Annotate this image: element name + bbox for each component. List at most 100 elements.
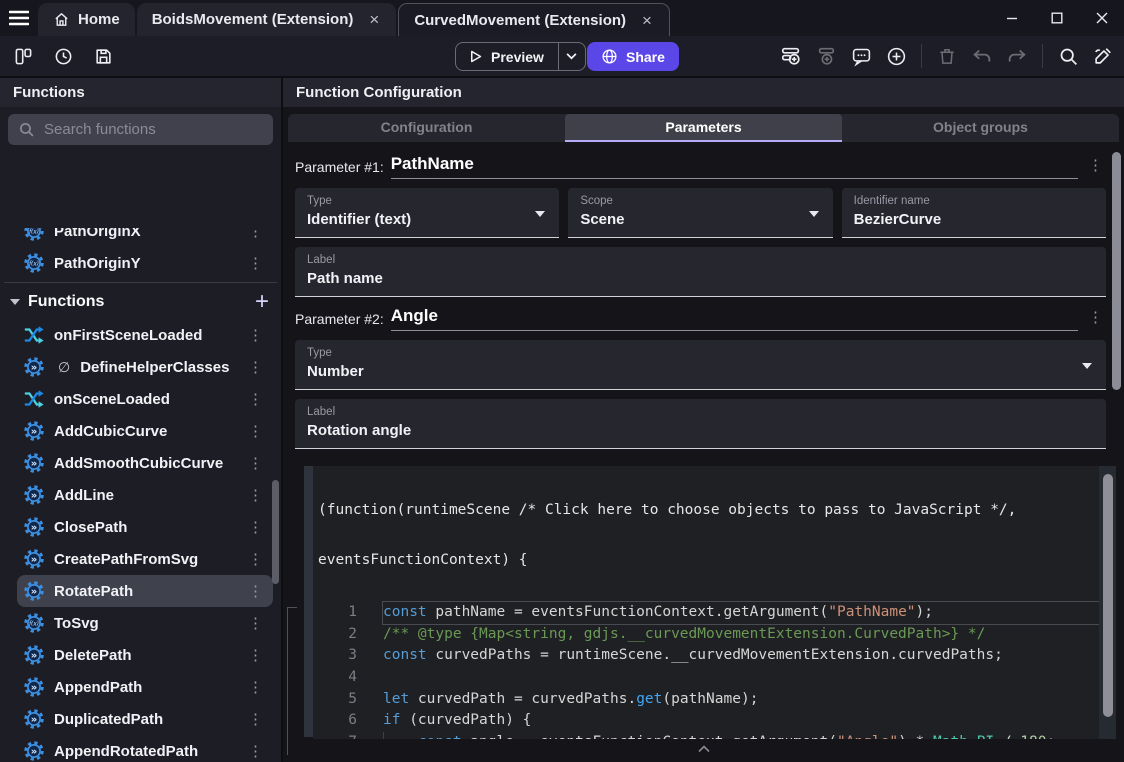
function-item-duplicatedpath[interactable]: »DuplicatedPath⋮ (17, 703, 273, 735)
sidebar-scrollbar[interactable] (272, 480, 279, 584)
history-button[interactable] (50, 43, 76, 69)
item-menu-icon[interactable]: ⋮ (244, 582, 267, 601)
js-code-editor[interactable]: (function(runtimeScene /* Click here to … (313, 466, 1116, 739)
maximize-button[interactable] (1034, 0, 1079, 36)
parameter-header: Parameter #1:PathName⋮ (295, 154, 1106, 179)
code-header-line: (function(runtimeScene /* Click here to … (318, 502, 1116, 519)
preview-options-button[interactable] (558, 43, 585, 70)
tab-label: Home (78, 11, 120, 28)
item-menu-icon[interactable]: ⋮ (244, 614, 267, 633)
item-menu-icon[interactable]: ⋮ (244, 518, 267, 537)
events-sheet: (function(runtimeScene /* Click here to … (283, 461, 1124, 761)
code-header[interactable]: (function(runtimeScene /* Click here to … (313, 466, 1116, 601)
function-item-deletepath[interactable]: »DeletePath⋮ (17, 639, 273, 671)
item-menu-icon[interactable]: ⋮ (244, 228, 267, 241)
code-line-4[interactable]: 4 (313, 667, 1116, 689)
parameter-menu-icon[interactable]: ⋮ (1084, 308, 1106, 331)
function-item-tosvg[interactable]: f(x)ToSvg⋮ (17, 607, 273, 639)
field-scope[interactable]: ScopeScene (568, 188, 832, 238)
preview-button[interactable]: Preview (455, 42, 586, 71)
save-button[interactable] (90, 43, 116, 69)
code-line-6[interactable]: 6if (curvedPath) { (313, 710, 1116, 732)
function-item-appendrotatedpath[interactable]: »AppendRotatedPath⋮ (17, 735, 273, 762)
field-label[interactable]: LabelPath name (295, 247, 1106, 297)
add-comment-button[interactable] (848, 43, 874, 69)
tab-boidsmovement-extension-[interactable]: BoidsMovement (Extension)× (137, 3, 397, 36)
tab-home[interactable]: Home (38, 3, 135, 36)
code-line-3[interactable]: 3const curvedPaths = runtimeScene.__curv… (313, 645, 1116, 667)
item-menu-icon[interactable]: ⋮ (244, 710, 267, 729)
function-item-createpathfromsvg[interactable]: »CreatePathFromSvg⋮ (17, 543, 273, 575)
item-menu-icon[interactable]: ⋮ (244, 390, 267, 409)
fx-icon: f(x) (23, 228, 45, 242)
undo-button[interactable] (969, 43, 995, 69)
code-line-5[interactable]: 5let curvedPath = curvedPaths.get(pathNa… (313, 689, 1116, 711)
edit-extension-button[interactable] (1090, 43, 1116, 69)
function-item-rotatepath[interactable]: »RotatePath⋮ (17, 575, 273, 607)
code-lines[interactable]: 1const pathName = eventsFunctionContext.… (313, 601, 1116, 739)
code-line-7[interactable]: 7 const angle = eventsFunctionContext.ge… (313, 732, 1116, 739)
tab-label: CurvedMovement (Extension) (414, 12, 626, 29)
function-item-addcubiccurve[interactable]: »AddCubicCurve⋮ (17, 415, 273, 447)
dropdown-caret-icon (1082, 363, 1092, 369)
function-item-definehelperclasses[interactable]: »∅DefineHelperClasses⋮ (17, 351, 273, 383)
add-event-button[interactable] (778, 43, 804, 69)
code-line-2[interactable]: 2/** @type {Map<string, gdjs.__curvedMov… (313, 624, 1116, 646)
function-item-appendpath[interactable]: »AppendPath⋮ (17, 671, 273, 703)
home-icon (53, 11, 70, 28)
item-menu-icon[interactable]: ⋮ (244, 358, 267, 377)
parameter-menu-icon[interactable]: ⋮ (1084, 156, 1106, 179)
function-item-onfirstsceneloaded[interactable]: onFirstSceneLoaded ⋮ (17, 319, 273, 351)
close-tab-icon[interactable]: × (367, 11, 381, 28)
item-menu-icon[interactable]: ⋮ (244, 254, 267, 273)
functions-section-header[interactable]: Functions+ (0, 285, 281, 319)
field-identifier-name[interactable]: Identifier nameBezierCurve (842, 188, 1106, 238)
field-type[interactable]: TypeNumber (295, 340, 1106, 390)
item-menu-icon[interactable]: ⋮ (244, 550, 267, 569)
share-button[interactable]: Share (587, 42, 679, 71)
field-label[interactable]: LabelRotation angle (295, 399, 1106, 449)
close-window-button[interactable] (1079, 0, 1124, 36)
item-menu-icon[interactable]: ⋮ (244, 742, 267, 761)
tab-parameters[interactable]: Parameters (565, 114, 842, 142)
event-drag-handle[interactable] (304, 466, 313, 737)
function-item-pathoriginy[interactable]: f(x)PathOriginY⋮ (17, 247, 273, 279)
function-label: DefineHelperClasses (80, 359, 229, 376)
function-item-onsceneloaded[interactable]: onSceneLoaded⋮ (17, 383, 273, 415)
parameter-name-input[interactable]: Angle (391, 306, 1078, 331)
delete-button[interactable] (934, 43, 960, 69)
item-menu-icon[interactable]: ⋮ (244, 646, 267, 665)
item-menu-icon[interactable]: ⋮ (244, 422, 267, 441)
add-subevent-button[interactable] (813, 43, 839, 69)
code-line-1[interactable]: 1const pathName = eventsFunctionContext.… (313, 602, 1116, 624)
search-events-button[interactable] (1055, 43, 1081, 69)
parameters-scrollbar[interactable] (1112, 152, 1121, 390)
item-menu-icon[interactable]: ⋮ (244, 454, 267, 473)
item-menu-icon[interactable]: ⋮ (244, 678, 267, 697)
item-menu-icon[interactable]: ⋮ (244, 326, 267, 345)
redo-button[interactable] (1004, 43, 1030, 69)
item-menu-icon[interactable]: ⋮ (244, 486, 267, 505)
layout-panels-button[interactable] (10, 43, 36, 69)
function-item-pathoriginx[interactable]: f(x)PathOriginX⋮ (17, 228, 273, 247)
function-label: CreatePathFromSvg (54, 551, 198, 568)
function-item-addsmoothcubiccurve[interactable]: »AddSmoothCubicCurve⋮ (17, 447, 273, 479)
share-label: Share (626, 49, 665, 65)
search-functions-input[interactable] (8, 114, 273, 145)
tab-configuration[interactable]: Configuration (288, 114, 565, 142)
editor-scrollbar[interactable] (1103, 474, 1113, 717)
tab-curvedmovement-extension-[interactable]: CurvedMovement (Extension) × (398, 3, 670, 36)
collapse-code-icon[interactable] (698, 740, 710, 758)
main-menu-button[interactable] (0, 0, 38, 36)
tab-object-groups[interactable]: Object groups (842, 114, 1119, 142)
add-function-plus-icon[interactable]: + (255, 292, 269, 312)
function-item-addline[interactable]: »AddLine⋮ (17, 479, 273, 511)
parameter-name-input[interactable]: PathName (391, 154, 1078, 179)
close-tab-icon[interactable]: × (640, 12, 654, 29)
function-label: onFirstSceneLoaded (54, 327, 202, 344)
add-more-button[interactable] (883, 43, 909, 69)
function-item-closepath[interactable]: »ClosePath⋮ (17, 511, 273, 543)
field-type[interactable]: TypeIdentifier (text) (295, 188, 559, 238)
minimize-button[interactable] (989, 0, 1034, 36)
toolbar-left-group (10, 36, 116, 76)
